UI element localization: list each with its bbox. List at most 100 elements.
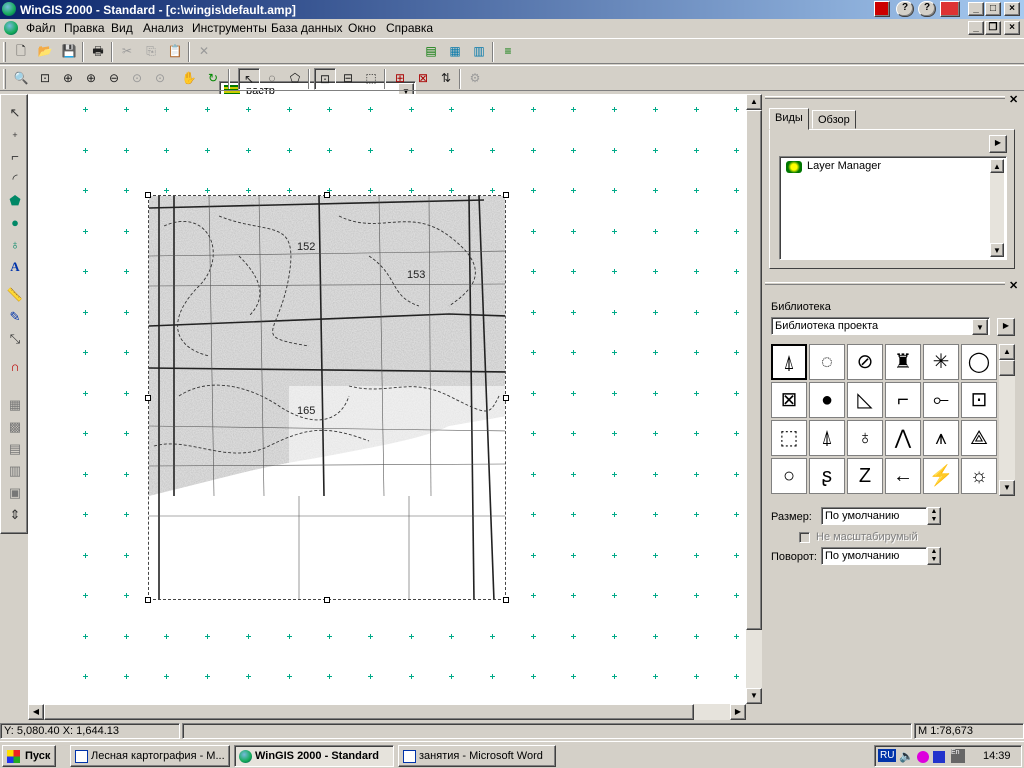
paste-icon[interactable]: 📋 xyxy=(164,41,186,63)
zoom-all-icon[interactable]: ⊕ xyxy=(57,68,79,90)
layer-stack-icon[interactable]: ≡ xyxy=(497,41,519,63)
symbol-dotted-rect-icon[interactable]: ⬚ xyxy=(771,420,807,456)
zoom-window-icon[interactable]: ⊡ xyxy=(34,68,56,90)
zoom-next-icon[interactable]: ⊙ xyxy=(149,68,171,90)
not-scalable-checkbox[interactable] xyxy=(799,532,810,543)
save-icon[interactable]: 💾 xyxy=(58,41,80,63)
close-button[interactable]: × xyxy=(1004,2,1020,16)
digitize-icon[interactable]: ✎ xyxy=(5,307,25,327)
vertical-scroll-thumb[interactable] xyxy=(746,110,762,630)
rotation-spinner[interactable]: ▲ ▼ xyxy=(927,547,941,565)
snap-point-icon[interactable]: ⊡ xyxy=(314,68,336,90)
doc-minimize-button[interactable]: _ xyxy=(968,21,984,35)
symbol-icon[interactable]: ♁ xyxy=(5,235,25,255)
zoom-icon[interactable]: 🔍 xyxy=(10,68,32,90)
size-spinner[interactable]: ▲ ▼ xyxy=(927,507,941,525)
symbol-no-entry-icon[interactable]: ⊘ xyxy=(847,344,883,380)
language-indicator[interactable]: RU xyxy=(878,749,897,762)
minimize-button[interactable]: _ xyxy=(968,2,984,16)
scroll-up-icon[interactable]: ▲ xyxy=(746,94,762,110)
symbol-spiky-house-icon[interactable]: ♜ xyxy=(885,344,921,380)
resize-handle[interactable] xyxy=(145,192,151,198)
cut-icon[interactable]: ✂ xyxy=(116,41,138,63)
symbol-single-pin-icon[interactable]: ♁ xyxy=(847,420,883,456)
views-scroll-up-icon[interactable]: ▲ xyxy=(990,159,1004,173)
pan-hand-icon[interactable]: ✋ xyxy=(178,68,200,90)
delete-icon[interactable]: ✕ xyxy=(193,41,215,63)
symbol-line-dot-icon[interactable]: ⟜ xyxy=(923,382,959,418)
views-scroll-down-icon[interactable]: ▼ xyxy=(990,243,1004,257)
menu-file[interactable]: Файл xyxy=(26,21,56,35)
tab-overview[interactable]: Обзор xyxy=(812,110,856,129)
symbol-flag-icon[interactable]: ⌐ xyxy=(885,382,921,418)
join-icon[interactable]: ▥ xyxy=(5,461,25,481)
symbol-s-curve-icon[interactable]: ʂ xyxy=(809,458,845,494)
library-menu-arrow-icon[interactable]: ▶ xyxy=(997,318,1015,336)
snap-area-icon[interactable]: ⬚ xyxy=(360,68,382,90)
close-views-panel-icon[interactable]: ✕ xyxy=(1009,93,1018,106)
dimension-icon[interactable]: ⤡ xyxy=(5,329,25,349)
polygon-icon[interactable]: ⬟ xyxy=(5,191,25,211)
task-word[interactable]: занятия - Microsoft Word xyxy=(398,745,556,767)
offset-icon[interactable]: ▣ xyxy=(5,483,25,503)
symbol-arrow-line-icon[interactable]: ← xyxy=(885,458,921,494)
symbol-pin-stick-icon[interactable]: ⍋ xyxy=(771,344,807,380)
symbol-scroll-up-icon[interactable]: ▲ xyxy=(999,344,1015,360)
symbol-triangle-box-icon[interactable]: ◺ xyxy=(847,382,883,418)
resize-handle[interactable] xyxy=(324,192,330,198)
raster-image[interactable]: 152 153 165 xyxy=(148,195,506,600)
rotation-field[interactable]: По умолчанию xyxy=(821,547,927,565)
paint-icon[interactable] xyxy=(940,1,960,17)
views-menu-arrow-icon[interactable]: ▶ xyxy=(989,135,1007,153)
symbol-pins-icon[interactable]: ⍋ xyxy=(809,420,845,456)
zoom-in-icon[interactable]: ⊕ xyxy=(80,68,102,90)
views-item-layer-manager[interactable]: Layer Manager xyxy=(807,160,881,172)
layer-properties-icon[interactable]: ▤ xyxy=(420,41,442,63)
menu-help[interactable]: Справка xyxy=(386,21,433,35)
help-icon[interactable]: ? xyxy=(896,1,914,17)
scroll-left-icon[interactable]: ◀ xyxy=(28,704,44,720)
resize-handle[interactable] xyxy=(145,597,151,603)
resize-handle[interactable] xyxy=(503,395,509,401)
magnet-icon[interactable]: ∩ xyxy=(5,357,25,377)
symbol-ladder-icon[interactable]: ⋀ xyxy=(885,420,921,456)
symbol-star-burst-icon[interactable]: ✳ xyxy=(923,344,959,380)
split-icon[interactable]: ▤ xyxy=(5,439,25,459)
keyboard-layout-icon[interactable]: En xyxy=(951,749,965,763)
circle-icon[interactable]: ● xyxy=(5,213,25,233)
task-forest-cartography[interactable]: Лесная картография - M... xyxy=(70,745,230,767)
scroll-down-icon[interactable]: ▼ xyxy=(746,688,762,704)
pointer-icon[interactable]: ↖ xyxy=(5,103,25,123)
refresh-icon[interactable]: ↻ xyxy=(202,68,224,90)
open-icon[interactable]: 📂 xyxy=(34,41,56,63)
symbol-z-shape-icon[interactable]: Z xyxy=(847,458,883,494)
select-circle-icon[interactable]: ◌ xyxy=(261,68,283,90)
arrange-icon[interactable]: ⇕ xyxy=(5,505,25,525)
transform-icon[interactable]: ⊞ xyxy=(389,68,411,90)
arc-icon[interactable]: ◜ xyxy=(5,169,25,189)
select-icon[interactable]: ↖ xyxy=(238,68,260,90)
tray-network-icon[interactable] xyxy=(933,751,945,763)
menu-edit[interactable]: Правка xyxy=(64,21,105,35)
close-library-panel-icon[interactable]: ✕ xyxy=(1009,279,1018,292)
library-select[interactable]: Библиотека проекта ▼ xyxy=(771,317,990,335)
symbol-lightning-icon[interactable]: ⚡ xyxy=(923,458,959,494)
resize-handle[interactable] xyxy=(324,597,330,603)
zoom-prev-icon[interactable]: ⊙ xyxy=(126,68,148,90)
symbol-square-x-icon[interactable]: ⊠ xyxy=(771,382,807,418)
horizontal-scrollbar[interactable]: ◀ ▶ xyxy=(28,704,746,720)
start-button[interactable]: Пуск xyxy=(2,745,56,767)
rotate-object-icon[interactable]: ⊠ xyxy=(412,68,434,90)
views-list[interactable]: Layer Manager ▲ ▼ xyxy=(779,156,1007,260)
horizontal-scroll-thumb[interactable] xyxy=(44,704,694,720)
symbol-scroll-thumb[interactable] xyxy=(999,360,1015,376)
menu-analysis[interactable]: Анализ xyxy=(143,21,184,35)
menu-view[interactable]: Вид xyxy=(111,21,133,35)
symbol-ring-icon[interactable]: ◯ xyxy=(961,344,997,380)
new-icon[interactable]: 🗋 xyxy=(10,41,32,63)
edit-vertex-icon[interactable]: ▩ xyxy=(5,417,25,437)
system-tray-icon[interactable] xyxy=(874,1,890,17)
volume-icon[interactable]: 🔈 xyxy=(899,749,914,763)
chevron-down-icon[interactable]: ▼ xyxy=(972,319,988,335)
layer-manager-icon[interactable]: ▦ xyxy=(444,41,466,63)
